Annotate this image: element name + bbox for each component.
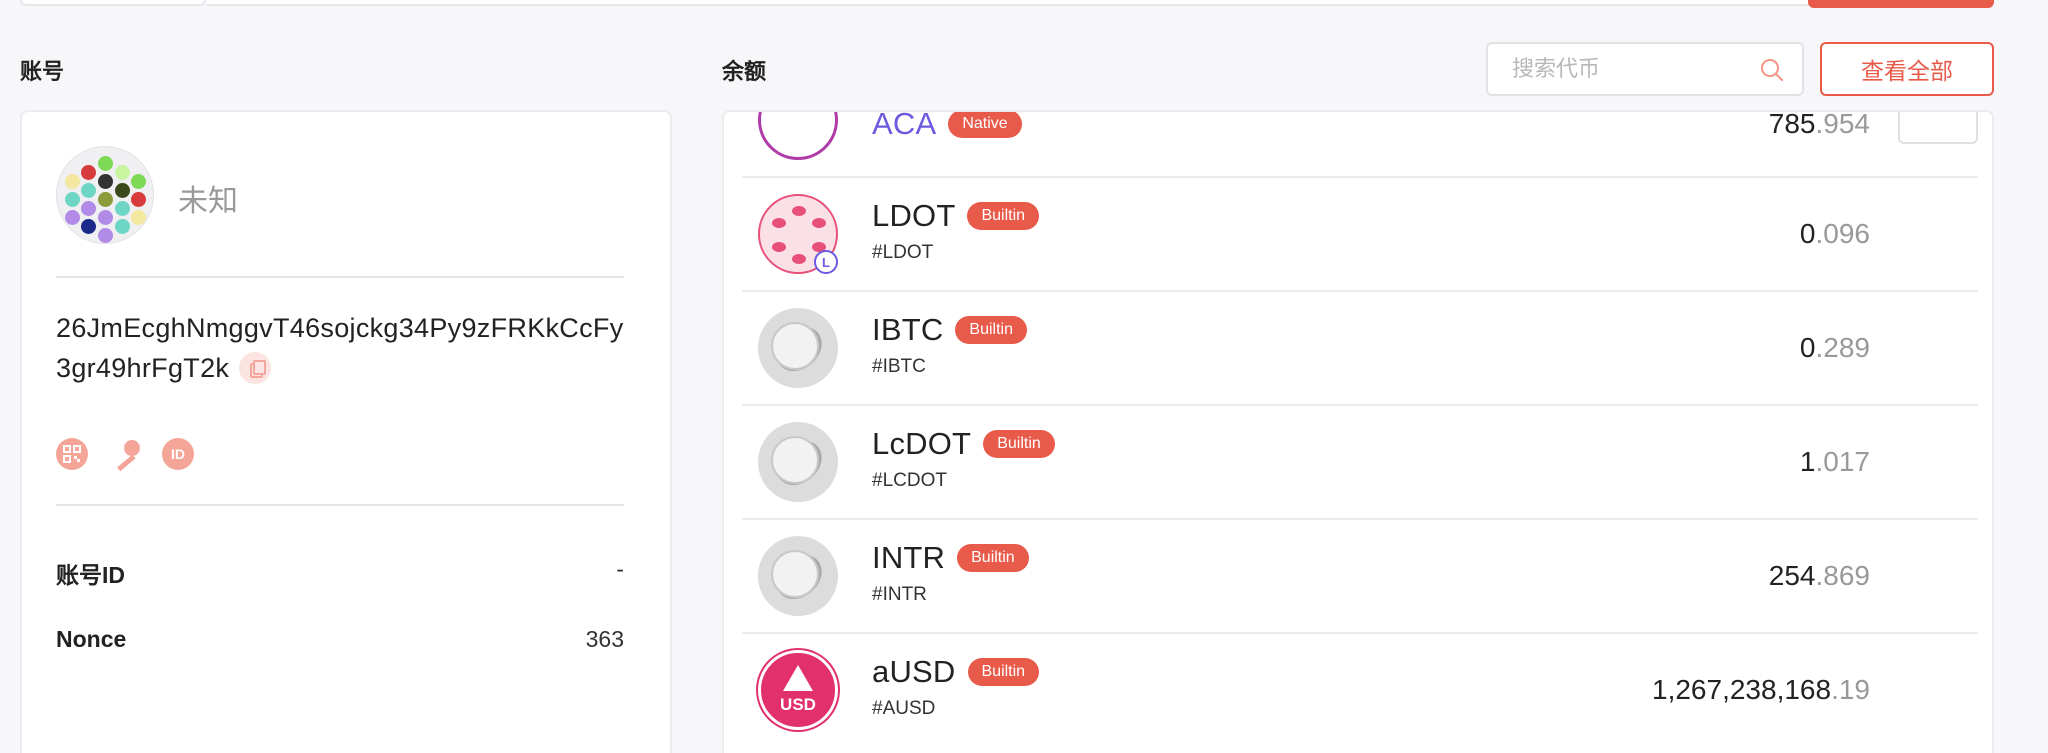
nonce-row: Nonce 363 [56, 626, 624, 653]
account-name: 未知 [178, 185, 238, 218]
search-icon[interactable] [1760, 58, 1784, 82]
token-row[interactable]: INTR Builtin #INTR 254.869 [742, 520, 1978, 634]
token-symbol: #AUSD [872, 698, 936, 719]
token-balance: 1.017 [1800, 446, 1870, 478]
id-icon[interactable]: ID [162, 438, 194, 470]
token-row[interactable]: L LDOT Builtin #LDOT 0.096 [742, 178, 1978, 292]
account-address-text: 26JmEcghNmggvT46sojckg34Py9zFRKkCcFy3gr4… [56, 313, 624, 383]
view-all-button[interactable]: 查看全部 [1820, 42, 1994, 96]
nonce-value: 363 [585, 626, 624, 652]
balance-dec: .289 [1815, 332, 1871, 363]
aca-logo-icon [758, 112, 838, 160]
token-name: LDOT Builtin [872, 198, 1040, 234]
balance-card: ACA Native 785.954 L LDOT Builtin #LDOT … [722, 110, 1994, 753]
account-id-row: 账号ID - [56, 556, 624, 590]
placeholder-coin-icon [758, 422, 838, 502]
token-balance: 0.289 [1800, 332, 1870, 364]
divider [56, 276, 624, 278]
token-name-text: ACA [872, 110, 937, 141]
token-row[interactable]: ACA Native 785.954 [742, 110, 1978, 178]
token-balance: 254.869 [1769, 560, 1870, 592]
balance-int: 0 [1799, 218, 1816, 249]
account-avatar [56, 146, 154, 244]
token-search[interactable] [1486, 42, 1804, 96]
balance-int: 1,267,238,168 [1652, 674, 1832, 705]
token-badge: Builtin [955, 316, 1027, 344]
nonce-label: Nonce [56, 626, 127, 652]
copy-icon[interactable] [239, 351, 272, 384]
token-badge: Builtin [967, 658, 1040, 686]
token-symbol: #INTR [872, 584, 927, 605]
token-name-text: LcDOT [872, 426, 972, 461]
balance-int: 0 [1799, 332, 1816, 363]
balance-dec: .954 [1815, 110, 1871, 139]
top-search-button[interactable] [1808, 0, 1994, 8]
token-row[interactable]: LcDOT Builtin #LCDOT 1.017 [742, 406, 1978, 520]
ausd-logo-text: USD [780, 695, 816, 714]
token-row[interactable]: IBTC Builtin #IBTC 0.289 [742, 292, 1978, 406]
token-name: LcDOT Builtin [872, 426, 1055, 462]
top-search-input[interactable] [206, 0, 1810, 6]
account-id-label: 账号ID [56, 562, 125, 588]
token-name-text: LDOT [872, 198, 956, 233]
token-badge: Builtin [957, 544, 1029, 572]
balance-dec: .19 [1831, 674, 1870, 705]
divider [56, 504, 624, 506]
liquid-badge-icon: L [814, 250, 838, 274]
top-strip [0, 0, 2048, 8]
balance-dec: .869 [1815, 560, 1871, 591]
token-symbol: #LDOT [872, 242, 934, 263]
accounts-section-title: 账号 [20, 59, 65, 84]
token-balance: 785.954 [1768, 110, 1871, 140]
balance-dec: .017 [1815, 446, 1871, 477]
search-type-select[interactable] [20, 0, 206, 6]
balance-section-title: 余额 [722, 59, 767, 84]
account-address: 26JmEcghNmggvT46sojckg34Py9zFRKkCcFy3gr4… [56, 308, 626, 388]
token-symbol: #IBTC [872, 356, 926, 377]
balance-int: 1 [1799, 446, 1816, 477]
token-name: IBTC Builtin [872, 312, 1027, 348]
token-name: aUSD Builtin [872, 654, 1040, 690]
account-card: 未知 26JmEcghNmggvT46sojckg34Py9zFRKkCcFy3… [20, 110, 672, 753]
token-symbol: #LCDOT [872, 470, 947, 491]
ldot-logo-icon: L [758, 194, 838, 274]
placeholder-coin-icon [758, 536, 838, 616]
token-name-text: INTR [872, 540, 946, 575]
token-row[interactable]: USD aUSD Builtin #AUSD 1,267,238,168.19 [742, 634, 1978, 748]
token-search-input[interactable] [1488, 44, 1748, 94]
token-badge: Builtin [983, 430, 1055, 458]
token-balance: 0.096 [1800, 218, 1870, 250]
placeholder-coin-icon [758, 308, 838, 388]
token-name: INTR Builtin [872, 540, 1029, 576]
key-icon[interactable] [108, 438, 142, 472]
account-actions: ID [56, 438, 194, 472]
token-name: ACA Native [872, 110, 1022, 142]
account-id-value: - [616, 556, 624, 582]
qrcode-icon[interactable] [56, 438, 88, 470]
balance-dec: .096 [1815, 218, 1871, 249]
balance-int: 785 [1768, 110, 1816, 139]
token-badge: Builtin [967, 202, 1040, 230]
chevron-right-icon[interactable] [1898, 112, 1978, 144]
token-name-text: aUSD [872, 654, 956, 689]
token-name-text: IBTC [872, 312, 944, 347]
balance-int: 254 [1768, 560, 1816, 591]
token-badge: Native [948, 112, 1022, 138]
token-balance: 1,267,238,168.19 [1652, 674, 1870, 706]
ausd-logo-icon: USD [758, 650, 838, 730]
